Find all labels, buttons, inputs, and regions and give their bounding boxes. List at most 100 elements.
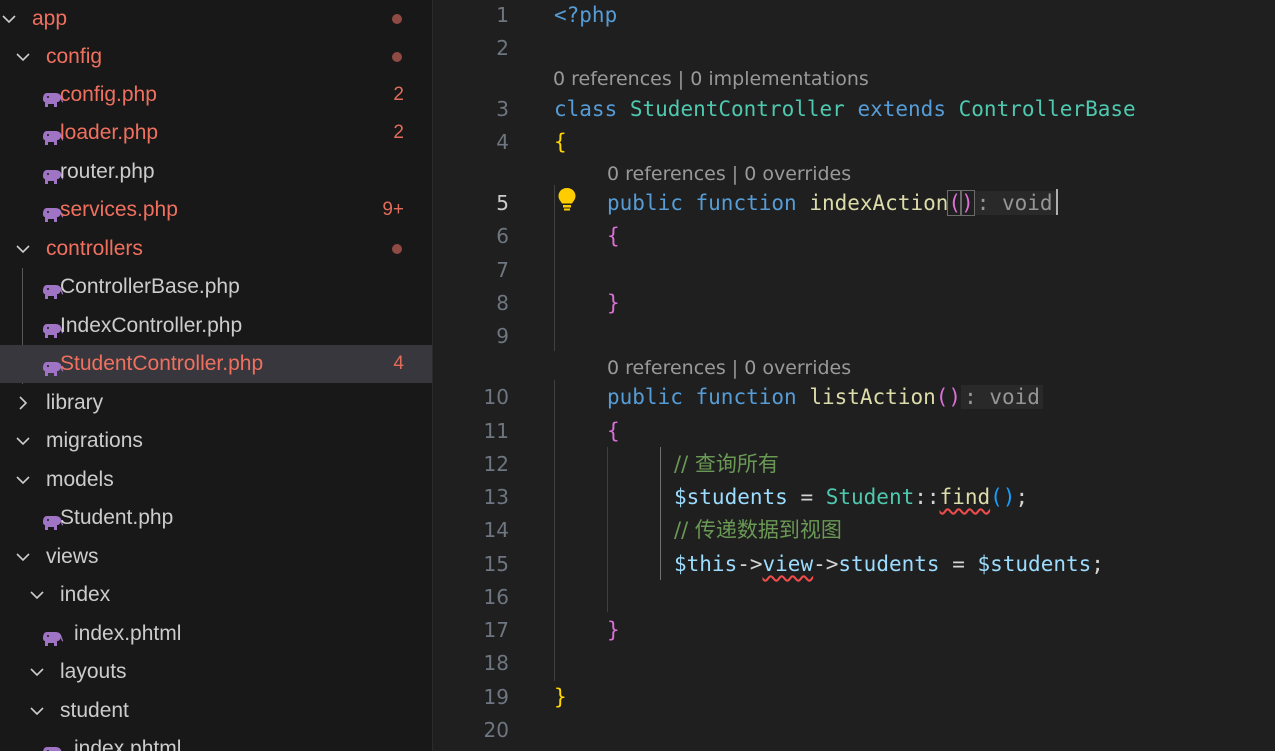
- codelens-index-action[interactable]: 0 references | 0 overrides: [607, 161, 851, 187]
- elephant-icon: [42, 739, 64, 751]
- variable-students: $students: [977, 552, 1092, 576]
- lightbulb-icon[interactable]: [555, 186, 579, 212]
- paren-open: (: [947, 190, 963, 216]
- assign-operator: =: [787, 485, 826, 509]
- code-line-17: }: [607, 615, 620, 645]
- explorer-folder-row[interactable]: layouts: [0, 653, 432, 691]
- function-name-index-action: indexAction: [809, 191, 949, 215]
- explorer-folder-row[interactable]: controllers: [0, 230, 432, 268]
- line-number: 15: [483, 552, 509, 576]
- chevron-down-icon[interactable]: [14, 38, 32, 76]
- explorer-file-row[interactable]: index.phtml: [0, 615, 432, 653]
- explorer-folder-row[interactable]: views: [0, 538, 432, 576]
- explorer-file-row[interactable]: index.phtml: [0, 730, 432, 751]
- explorer-file-row[interactable]: ControllerBase.php: [0, 268, 432, 306]
- line-number: 3: [496, 97, 509, 121]
- paren-close: ): [1002, 485, 1016, 509]
- chevron-down-icon[interactable]: [14, 230, 32, 268]
- line-number: 12: [483, 452, 509, 476]
- code-line-19: }: [554, 682, 567, 712]
- class-name: StudentController: [629, 97, 845, 121]
- paren-close: ): [960, 190, 975, 216]
- chevron-down-icon[interactable]: [14, 422, 32, 460]
- explorer-item-label: config: [46, 45, 103, 68]
- explorer-folder-row[interactable]: migrations: [0, 422, 432, 460]
- line-number: 5: [496, 191, 509, 215]
- code-line-1: <?php: [554, 0, 617, 30]
- explorer-file-row[interactable]: StudentController.php 4: [0, 345, 432, 383]
- explorer-file-row[interactable]: IndexController.php: [0, 307, 432, 345]
- method-brace-close: }: [607, 618, 620, 642]
- modified-dot-icon: [392, 14, 402, 24]
- arrow-operator: ->: [813, 552, 839, 576]
- paren-close: ): [948, 385, 962, 409]
- line-number: 19: [483, 685, 509, 709]
- problem-count-badge: 2: [393, 122, 404, 143]
- comment-query: // 查询所有: [674, 452, 779, 476]
- line-number: 7: [496, 258, 509, 282]
- code-line-4: {: [554, 127, 567, 157]
- explorer-folder-row[interactable]: index: [0, 576, 432, 614]
- explorer-folder-row[interactable]: config: [0, 38, 432, 76]
- explorer-item-label: views: [46, 545, 99, 568]
- explorer-folder-row[interactable]: student: [0, 692, 432, 730]
- code-line-3: class StudentController extends Controll…: [554, 94, 1136, 124]
- explorer-file-row[interactable]: config.php 2: [0, 76, 432, 114]
- line-number: 16: [483, 585, 509, 609]
- explorer-file-row[interactable]: router.php: [0, 153, 432, 191]
- explorer-item-label: migrations: [46, 429, 143, 452]
- line-number: 11: [483, 419, 509, 443]
- problem-count-badge: 4: [393, 353, 404, 374]
- chevron-down-icon[interactable]: [14, 538, 32, 576]
- codelens-class[interactable]: 0 references | 0 implementations: [553, 66, 869, 92]
- explorer-item-label: ControllerBase.php: [60, 275, 240, 298]
- keyword-public: public: [607, 191, 683, 215]
- code-line-10: public function listAction(): void: [607, 382, 1043, 412]
- line-number: 4: [496, 130, 509, 154]
- code-editor[interactable]: 1 2 3 4 5 6 7 8 9 10 11 12 13 14 15 16 17 18 19 20 <?php 0 …: [433, 0, 1275, 751]
- explorer-item-label: loader.php: [60, 121, 159, 144]
- chevron-down-icon[interactable]: [28, 692, 46, 730]
- class-brace-close: }: [554, 685, 567, 709]
- code-line-15: $this->view->students = $students;: [674, 549, 1104, 579]
- explorer-item-label: layouts: [60, 660, 127, 683]
- chevron-down-icon[interactable]: [14, 461, 32, 499]
- explorer-item-label: index: [60, 583, 111, 606]
- code-line-13: $students = Student::find();: [674, 482, 1028, 512]
- keyword-function: function: [695, 191, 797, 215]
- line-number: 10: [483, 385, 509, 409]
- elephant-icon: [42, 624, 64, 646]
- code-line-6: {: [607, 221, 620, 251]
- chevron-down-icon[interactable]: [28, 653, 46, 691]
- line-number: 8: [496, 291, 509, 315]
- chevron-down-icon[interactable]: [0, 0, 18, 38]
- explorer-file-row[interactable]: loader.php 2: [0, 114, 432, 152]
- return-type-hint: : void: [961, 385, 1043, 409]
- code-line-12: // 查询所有: [674, 449, 779, 479]
- chevron-down-icon[interactable]: [28, 576, 46, 614]
- indent-guide: [554, 380, 555, 681]
- code-line-11: {: [607, 416, 620, 446]
- assign-operator: =: [939, 552, 978, 576]
- paren-open: (: [935, 385, 949, 409]
- problem-count-badge: 9+: [382, 199, 404, 220]
- paren-open: (: [990, 485, 1003, 509]
- property-view: view: [762, 552, 814, 576]
- explorer-folder-row[interactable]: app: [0, 0, 432, 38]
- static-operator: ::: [914, 485, 940, 509]
- explorer-item-label: IndexController.php: [60, 314, 243, 337]
- text-cursor: [1055, 189, 1058, 215]
- explorer-item-label: Student.php: [60, 506, 174, 529]
- line-number: 6: [496, 224, 509, 248]
- line-number: 17: [483, 618, 509, 642]
- codelens-list-action[interactable]: 0 references | 0 overrides: [607, 355, 851, 381]
- explorer-folder-row[interactable]: library: [0, 384, 432, 422]
- explorer-file-row[interactable]: services.php 9+: [0, 191, 432, 229]
- explorer-item-label: student: [60, 699, 129, 722]
- keyword-extends: extends: [857, 97, 946, 121]
- explorer-folder-row[interactable]: models: [0, 461, 432, 499]
- explorer-file-row[interactable]: Student.php: [0, 499, 432, 537]
- class-brace-open: {: [554, 130, 567, 154]
- chevron-right-icon[interactable]: [14, 384, 32, 422]
- line-number: 18: [483, 651, 509, 675]
